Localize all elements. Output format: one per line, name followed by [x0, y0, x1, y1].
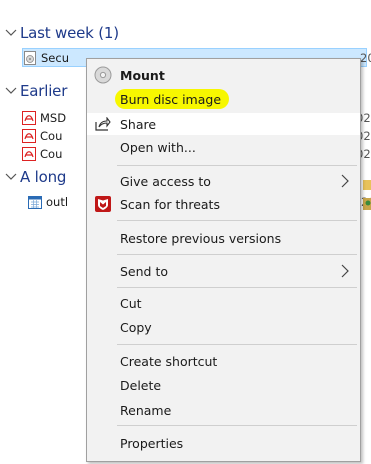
menu-item-burn-disc-image[interactable]: Burn disc image — [87, 88, 360, 110]
disc-image-file-icon — [24, 50, 36, 65]
group-title: Earlier — [20, 82, 68, 100]
menu-label: Share — [120, 116, 157, 132]
file-name: Secu — [41, 50, 69, 65]
pdf-file-icon — [22, 128, 36, 143]
menu-label: Mount — [120, 67, 165, 83]
chevron-right-icon — [341, 174, 349, 188]
menu-label: Rename — [120, 402, 172, 418]
menu-item-restore-previous-versions[interactable]: Restore previous versions — [87, 227, 360, 249]
menu-label: Create shortcut — [120, 353, 218, 369]
menu-separator — [117, 165, 357, 166]
group-header-a-long-time-ago[interactable]: A long — [0, 166, 66, 188]
menu-separator — [117, 425, 357, 426]
menu-separator — [117, 344, 357, 345]
menu-label: Copy — [120, 319, 152, 335]
menu-label: Scan for threats — [120, 196, 220, 212]
menu-item-send-to[interactable]: Send to — [87, 260, 360, 282]
context-menu: Mount Burn disc image Share Open with...… — [86, 58, 361, 462]
menu-label: Restore previous versions — [120, 230, 282, 246]
menu-label: Burn disc image — [120, 91, 222, 107]
menu-item-create-shortcut[interactable]: Create shortcut — [87, 350, 360, 372]
calendar-file-icon — [28, 195, 42, 209]
menu-label: Send to — [120, 263, 169, 279]
chevron-down-icon — [2, 168, 20, 186]
menu-separator — [117, 254, 357, 255]
users-icon — [363, 198, 371, 210]
menu-label: Cut — [120, 295, 142, 311]
group-header-last-week[interactable]: Last week (1) — [0, 22, 119, 44]
chevron-down-icon — [2, 24, 20, 42]
file-row[interactable]: MSD — [22, 108, 66, 127]
menu-item-open-with[interactable]: Open with... — [87, 136, 360, 158]
menu-item-rename[interactable]: Rename — [87, 399, 360, 421]
menu-item-properties[interactable]: Properties — [87, 432, 360, 454]
menu-item-copy[interactable]: Copy — [87, 316, 360, 338]
file-name: Cou — [40, 146, 63, 161]
disc-icon — [94, 66, 112, 84]
file-date: 20 — [360, 51, 371, 65]
mcafee-shield-icon — [94, 195, 112, 213]
pdf-file-icon — [22, 146, 36, 161]
menu-label: Properties — [120, 435, 184, 451]
group-title: A long — [20, 168, 67, 186]
menu-separator — [117, 287, 357, 288]
file-name: Cou — [40, 128, 63, 143]
share-icon — [94, 115, 112, 133]
menu-item-share[interactable]: Share — [87, 113, 360, 135]
menu-item-delete[interactable]: Delete — [87, 374, 360, 396]
menu-item-cut[interactable]: Cut — [87, 292, 360, 314]
file-row[interactable]: outl — [28, 192, 68, 211]
file-name: outl — [46, 194, 69, 209]
menu-item-give-access-to[interactable]: Give access to — [87, 170, 360, 192]
folder-lock-icon — [363, 180, 371, 190]
file-row[interactable]: Cou — [22, 126, 62, 145]
menu-label: Open with... — [120, 139, 196, 155]
file-name: MSD — [40, 110, 67, 125]
chevron-right-icon — [341, 264, 349, 278]
menu-item-scan-for-threats[interactable]: Scan for threats — [87, 193, 360, 215]
group-header-earlier[interactable]: Earlier — [0, 80, 67, 102]
menu-label: Delete — [120, 377, 162, 393]
file-row[interactable]: Cou — [22, 144, 62, 163]
menu-separator — [117, 220, 357, 221]
group-title: Last week (1) — [20, 24, 119, 42]
pdf-file-icon — [22, 110, 36, 125]
chevron-down-icon — [2, 82, 20, 100]
menu-label: Give access to — [120, 173, 211, 189]
menu-item-mount[interactable]: Mount — [87, 64, 360, 86]
